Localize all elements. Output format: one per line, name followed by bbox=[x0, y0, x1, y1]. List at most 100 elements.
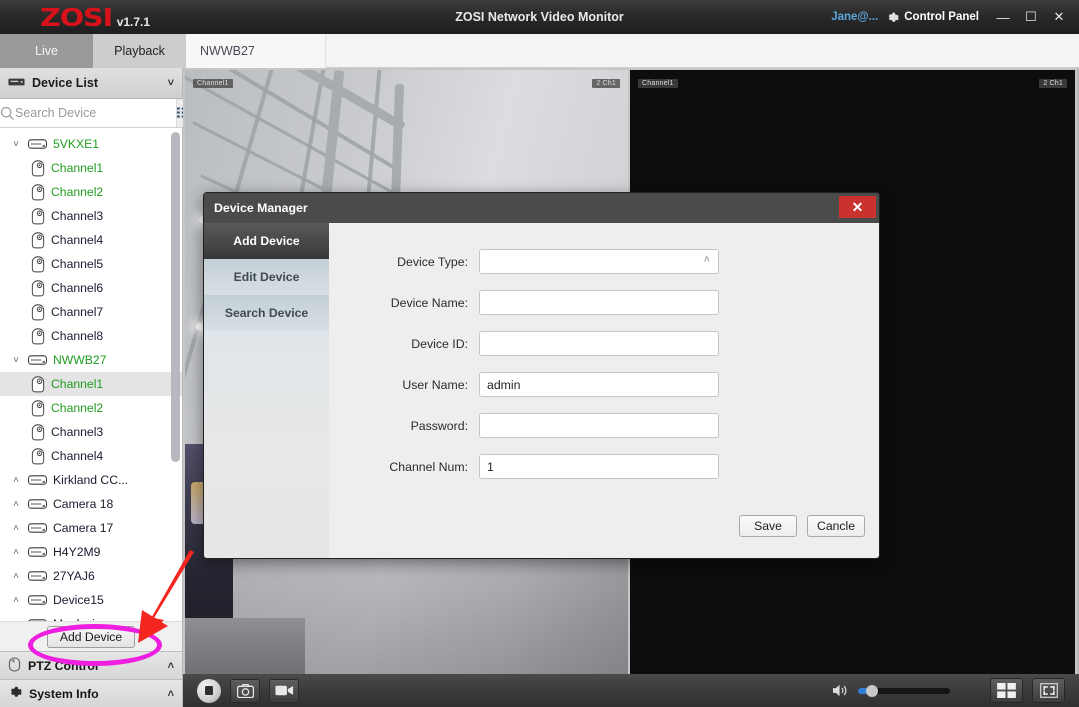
volume-slider[interactable] bbox=[858, 687, 950, 695]
chevron-up-icon[interactable]: ˄ bbox=[168, 660, 174, 672]
chevron-up-icon[interactable]: ˄ bbox=[10, 475, 22, 486]
device-icon bbox=[8, 76, 25, 91]
tree-channel-channel3[interactable]: Channel3 bbox=[0, 204, 182, 228]
sidebar-scrollbar[interactable] bbox=[171, 132, 180, 462]
stop-record-button[interactable] bbox=[197, 679, 221, 703]
close-button[interactable]: ✕ bbox=[1045, 4, 1073, 30]
gear-icon[interactable] bbox=[886, 11, 899, 24]
search-row bbox=[0, 99, 182, 128]
speaker-icon[interactable] bbox=[832, 683, 849, 698]
tree-channel-channel7[interactable]: Channel7 bbox=[0, 300, 182, 324]
camera-icon bbox=[31, 400, 45, 417]
user-name-label: User Name: bbox=[329, 378, 479, 392]
tree-node-label: NWWB27 bbox=[53, 353, 107, 367]
dialog-title: Device Manager bbox=[214, 201, 308, 215]
search-icon bbox=[0, 106, 15, 121]
tree-channel-channel1[interactable]: Channel1 bbox=[0, 156, 182, 180]
add-device-row: Add Device bbox=[0, 621, 182, 651]
user-account-label[interactable]: Jane@... bbox=[831, 11, 878, 23]
dialog-tab-add-device[interactable]: Add Device bbox=[204, 223, 329, 259]
tree-node-label: Channel4 bbox=[51, 449, 103, 463]
chevron-down-icon[interactable]: ˅ bbox=[168, 77, 174, 89]
camera-icon bbox=[31, 424, 45, 441]
ptz-icon bbox=[8, 657, 21, 675]
chevron-up-icon[interactable]: ˄ bbox=[168, 688, 174, 700]
control-panel-label[interactable]: Control Panel bbox=[904, 11, 979, 23]
fullscreen-button[interactable] bbox=[1032, 678, 1065, 703]
tree-channel-channel3[interactable]: Channel3 bbox=[0, 420, 182, 444]
dialog-actions: Save Cancle bbox=[739, 515, 865, 537]
device-id-input[interactable] bbox=[479, 331, 719, 356]
form-row-channel-num: Channel Num: bbox=[329, 454, 879, 479]
video-channel-label: Channel1 bbox=[638, 79, 678, 88]
ptz-control-label: PTZ Control bbox=[28, 659, 98, 673]
maximize-button[interactable]: ☐ bbox=[1017, 4, 1045, 30]
device-type-select[interactable] bbox=[479, 249, 719, 274]
form-row-user-name: User Name: bbox=[329, 372, 879, 397]
tree-device-my-device[interactable]: ˄My device bbox=[0, 612, 182, 621]
user-name-input[interactable] bbox=[479, 372, 719, 397]
device-name-input[interactable] bbox=[479, 290, 719, 315]
volume-knob[interactable] bbox=[866, 685, 878, 697]
tree-channel-channel8[interactable]: Channel8 bbox=[0, 324, 182, 348]
password-input[interactable] bbox=[479, 413, 719, 438]
chevron-up-icon[interactable]: ˄ bbox=[704, 254, 710, 266]
tree-device-camera-17[interactable]: ˄Camera 17 bbox=[0, 516, 182, 540]
search-input[interactable] bbox=[15, 106, 176, 120]
tree-channel-channel4[interactable]: Channel4 bbox=[0, 228, 182, 252]
tree-device-device15[interactable]: ˄Device15 bbox=[0, 588, 182, 612]
chevron-down-icon[interactable]: ˅ bbox=[10, 355, 22, 366]
tree-channel-channel5[interactable]: Channel5 bbox=[0, 252, 182, 276]
tab-nwwb27[interactable]: NWWB27 bbox=[186, 34, 326, 68]
app-root: ZOSI v1.7.1 ZOSI Network Video Monitor J… bbox=[0, 0, 1079, 707]
camera-icon bbox=[31, 448, 45, 465]
tree-node-label: Channel4 bbox=[51, 233, 103, 247]
tree-node-label: Channel2 bbox=[51, 185, 103, 199]
device-name-label: Device Name: bbox=[329, 296, 479, 310]
tree-channel-channel2[interactable]: Channel2 bbox=[0, 180, 182, 204]
cancel-button[interactable]: Cancle bbox=[807, 515, 865, 537]
sidebar-item-ptz-control[interactable]: PTZ Control ˄ bbox=[0, 651, 182, 679]
dialog-tab-rail: Add Device Edit Device Search Device bbox=[204, 223, 329, 559]
minimize-button[interactable]: — bbox=[989, 4, 1017, 30]
tree-device-27yaj6[interactable]: ˄27YAJ6 bbox=[0, 564, 182, 588]
dialog-tab-edit-device[interactable]: Edit Device bbox=[204, 259, 329, 295]
dialog-tab-search-device[interactable]: Search Device bbox=[204, 295, 329, 331]
tree-node-label: Channel6 bbox=[51, 281, 103, 295]
tree-node-label: Kirkland CC... bbox=[53, 473, 128, 487]
chevron-up-icon[interactable]: ˄ bbox=[10, 571, 22, 582]
nvr-device-icon bbox=[28, 355, 47, 365]
grid-layout-button[interactable] bbox=[990, 678, 1023, 703]
device-manager-dialog: Device Manager ✕ Add Device Edit Device … bbox=[203, 192, 880, 559]
chevron-up-icon[interactable]: ˄ bbox=[10, 595, 22, 606]
tree-device-5vkxe1[interactable]: ˅5VKXE1 bbox=[0, 132, 182, 156]
tree-channel-channel6[interactable]: Channel6 bbox=[0, 276, 182, 300]
chevron-up-icon[interactable]: ˄ bbox=[10, 547, 22, 558]
sidebar-item-system-info[interactable]: System Info ˄ bbox=[0, 679, 182, 707]
tree-node-label: Channel8 bbox=[51, 329, 103, 343]
add-device-button[interactable]: Add Device bbox=[47, 626, 135, 648]
tree-channel-channel1[interactable]: Channel1 bbox=[0, 372, 182, 396]
chevron-up-icon[interactable]: ˄ bbox=[10, 499, 22, 510]
tree-device-h4y2m9[interactable]: ˄H4Y2M9 bbox=[0, 540, 182, 564]
tree-device-camera-18[interactable]: ˄Camera 18 bbox=[0, 492, 182, 516]
tab-playback[interactable]: Playback bbox=[93, 34, 186, 68]
sidebar: Device List ˅ ˅5VKXE1Channel1Channel2Cha… bbox=[0, 68, 183, 707]
nvr-device-icon bbox=[28, 139, 47, 149]
chevron-up-icon[interactable]: ˄ bbox=[10, 523, 22, 534]
device-list-header[interactable]: Device List ˅ bbox=[0, 68, 182, 99]
tree-channel-channel4[interactable]: Channel4 bbox=[0, 444, 182, 468]
device-type-label: Device Type: bbox=[329, 255, 479, 269]
channel-num-input[interactable] bbox=[479, 454, 719, 479]
tab-live[interactable]: Live bbox=[0, 34, 93, 68]
brand-text: ZOSI bbox=[40, 3, 112, 32]
video-record-icon[interactable] bbox=[269, 679, 299, 703]
camera-icon bbox=[31, 232, 45, 249]
save-button[interactable]: Save bbox=[739, 515, 797, 537]
tree-device-nwwb27[interactable]: ˅ NWWB27 bbox=[0, 348, 182, 372]
dialog-close-icon[interactable]: ✕ bbox=[839, 196, 876, 218]
tree-channel-channel2[interactable]: Channel2 bbox=[0, 396, 182, 420]
tree-device-kirkland-cc[interactable]: ˄ Kirkland CC... bbox=[0, 468, 182, 492]
snapshot-camera-icon[interactable] bbox=[230, 679, 260, 703]
chevron-down-icon[interactable]: ˅ bbox=[10, 139, 22, 150]
